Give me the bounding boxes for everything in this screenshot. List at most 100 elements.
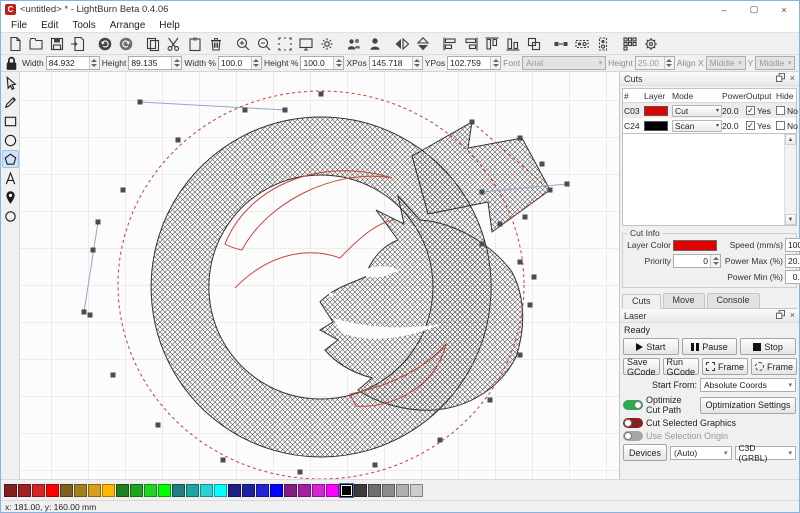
devices-button[interactable]: Devices [623, 444, 667, 461]
cut-selected-graphics-toggle[interactable] [623, 418, 643, 428]
tab-cuts[interactable]: Cuts [622, 294, 661, 309]
layer-color-swatch[interactable] [644, 106, 668, 116]
layer-mode-select[interactable]: Scan▾ [672, 120, 722, 132]
tab-console[interactable]: Console [707, 293, 760, 308]
save-gcode-button[interactable]: Save GCode [623, 358, 660, 375]
menu-tools[interactable]: Tools [65, 20, 102, 31]
selection-node[interactable] [221, 458, 226, 463]
palette-swatch-29[interactable] [410, 484, 423, 497]
selection-node[interactable] [488, 398, 493, 403]
checkbox-icon[interactable]: ✓ [746, 106, 755, 115]
layer-hide-checkbox[interactable]: No [776, 121, 800, 131]
selection-node[interactable] [243, 108, 248, 113]
spinner-icon[interactable] [664, 57, 674, 69]
cuts-scrollbar[interactable]: ▲ ▼ [784, 134, 796, 225]
selection-node[interactable] [523, 215, 528, 220]
optimization-settings-button[interactable]: Optimization Settings [700, 397, 796, 414]
toolbar-zoom-out-button[interactable] [253, 33, 274, 54]
selection-node[interactable] [518, 136, 523, 141]
toolbar-machine-users-button[interactable] [343, 33, 364, 54]
palette-swatch-9[interactable] [130, 484, 143, 497]
selection-node[interactable] [480, 242, 485, 247]
toolbar-align-top-button[interactable] [481, 33, 502, 54]
power-min-field[interactable]: 0.00 [785, 270, 800, 284]
tool-select-button[interactable] [2, 74, 19, 92]
tool-rectangle-button[interactable] [2, 112, 19, 130]
selection-node[interactable] [480, 190, 485, 195]
selection-node[interactable] [518, 260, 523, 265]
toolbar-mirror-horizontal-button[interactable] [391, 33, 412, 54]
toolbar-align-left-button[interactable] [439, 33, 460, 54]
palette-swatch-24[interactable] [340, 484, 353, 497]
cut-layer-row[interactable]: C24Scan▾20.0✓YesNo [623, 118, 796, 133]
palette-swatch-18[interactable] [256, 484, 269, 497]
palette-swatch-14[interactable] [200, 484, 213, 497]
palette-swatch-1[interactable] [18, 484, 31, 497]
tab-move[interactable]: Move [663, 293, 705, 308]
checkbox-icon[interactable] [776, 106, 785, 115]
layer-output-checkbox[interactable]: ✓Yes [746, 106, 776, 116]
palette-swatch-15[interactable] [214, 484, 227, 497]
power-max-field[interactable]: 20.00 [785, 254, 800, 268]
lock-aspect-icon[interactable] [3, 56, 20, 71]
menu-arrange[interactable]: Arrange [103, 20, 153, 31]
selection-node[interactable] [518, 353, 523, 358]
device-profile-select[interactable]: C3D (GRBL)▾ [735, 446, 797, 460]
checkbox-icon[interactable] [776, 121, 785, 130]
menu-edit[interactable]: Edit [34, 20, 65, 31]
palette-swatch-23[interactable] [326, 484, 339, 497]
frame-circle-button[interactable]: Frame [751, 358, 797, 375]
ypos-field[interactable]: 102.759 [447, 56, 501, 70]
height-percent-field[interactable]: 100.0 [300, 56, 344, 70]
float-panel-icon[interactable] [776, 73, 785, 84]
palette-swatch-17[interactable] [242, 484, 255, 497]
menu-help[interactable]: Help [152, 20, 187, 31]
toolbar-grid-array-button[interactable] [619, 33, 640, 54]
run-gcode-button[interactable]: Run GCode [663, 358, 700, 375]
selection-node[interactable] [283, 108, 288, 113]
spinner-icon[interactable] [412, 57, 422, 69]
selection-node[interactable] [470, 120, 475, 125]
palette-swatch-11[interactable] [158, 484, 171, 497]
toolbar-nest-selection-button[interactable] [592, 33, 613, 54]
width-field[interactable]: 84.932 [46, 56, 100, 70]
spinner-icon[interactable] [171, 57, 181, 69]
toolbar-distribute-vertical-button[interactable] [571, 33, 592, 54]
frame-rect-button[interactable]: Frame [702, 358, 748, 375]
palette-swatch-27[interactable] [382, 484, 395, 497]
toolbar-align-right-button[interactable] [460, 33, 481, 54]
layer-hide-checkbox[interactable]: No [776, 106, 800, 116]
scroll-up-icon[interactable]: ▲ [785, 134, 796, 145]
selection-node[interactable] [532, 275, 537, 280]
optimize-cut-path-toggle[interactable] [623, 400, 643, 410]
priority-field[interactable]: 0 [673, 254, 721, 268]
start-from-select[interactable]: Absolute Coords▾ [700, 378, 796, 392]
toolbar-new-button[interactable] [4, 33, 25, 54]
toolbar-undo-button[interactable] [94, 33, 115, 54]
float-panel-icon[interactable] [776, 310, 785, 321]
workspace-canvas[interactable] [20, 72, 619, 479]
menu-file[interactable]: File [4, 20, 34, 31]
align-y-select[interactable]: Middle▾ [755, 56, 795, 70]
font-height-field[interactable]: 25.00 [635, 56, 675, 70]
selection-node[interactable] [121, 188, 126, 193]
palette-swatch-5[interactable] [74, 484, 87, 497]
palette-swatch-6[interactable] [88, 484, 101, 497]
selection-node[interactable] [82, 310, 87, 315]
toolbar-frame-selection-button[interactable] [274, 33, 295, 54]
tool-text-button[interactable] [2, 169, 19, 187]
dragon-artwork[interactable] [20, 72, 619, 479]
spinner-icon[interactable] [710, 255, 720, 267]
toolbar-redo-button[interactable] [115, 33, 136, 54]
selection-node[interactable] [319, 92, 324, 97]
toolbar-mirror-vertical-button[interactable] [412, 33, 433, 54]
toolbar-cut-button[interactable] [163, 33, 184, 54]
palette-swatch-20[interactable] [284, 484, 297, 497]
spinner-icon[interactable] [89, 57, 99, 69]
checkbox-icon[interactable]: ✓ [746, 121, 755, 130]
selection-node[interactable] [528, 303, 533, 308]
toolbar-save-button[interactable] [46, 33, 67, 54]
toolbar-align-centers-button[interactable] [523, 33, 544, 54]
align-x-select[interactable]: Middle▾ [706, 56, 746, 70]
selection-node[interactable] [540, 162, 545, 167]
